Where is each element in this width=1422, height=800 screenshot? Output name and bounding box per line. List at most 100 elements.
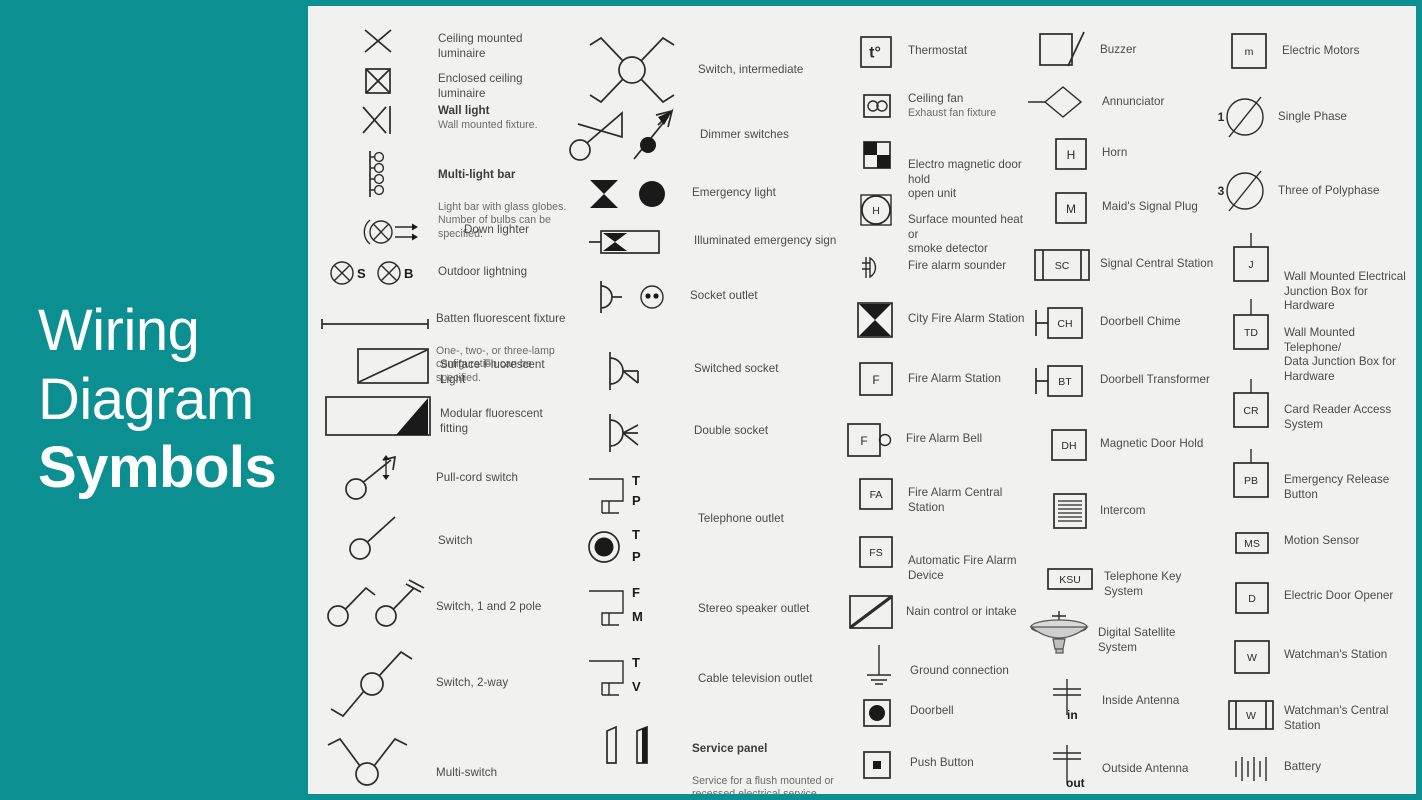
symbol-row: Switch, 2-way [320,646,508,724]
wall-light-icon [352,102,404,138]
automatic-fire-alarm-device-icon: FS [854,532,898,572]
svg-text:SC: SC [1055,260,1070,272]
symbol-label: Double socket [694,424,769,437]
symbol-row: Ceiling fan Exhaust fan fixture [856,90,996,122]
title-line-2: Diagram [38,366,254,432]
symbol-label: Switch [438,534,473,547]
symbol-row: Down lighter [352,214,529,250]
switch-1-and-2-pole-icon [322,578,430,630]
symbol-label: Emergency light [692,186,776,199]
symbol-label: Intercom [1100,504,1146,517]
symbol-label: Fire Alarm Bell [906,432,983,445]
title-line-3: Symbols [38,435,277,501]
svg-text:S: S [357,266,366,281]
city-fire-alarm-station-icon [852,298,898,342]
symbol-label: Enclosed ceiling luminaire [438,72,523,100]
symbol-row: T P T P Telephone outlet [582,468,784,572]
svg-text:PB: PB [1244,475,1258,487]
switch-2-way-icon [320,646,430,724]
symbol-label: Single Phase [1278,110,1347,123]
symbol-row: Push Button [856,748,974,782]
svg-text:F: F [860,434,867,448]
symbol-label: Dimmer switches [700,128,789,141]
symbol-row: CR Card Reader Access System [1228,376,1414,432]
symbol-row: FA Fire Alarm Central Station [854,474,1026,515]
symbol-row: Intercom [1048,490,1146,532]
symbol-row: Service panel Service for a flush mounte… [590,724,838,796]
svg-text:KSU: KSU [1059,574,1081,586]
symbol-column-1: Ceiling mounted luminaire Enclosed ceili… [312,6,568,794]
symbol-column-4: Buzzer Annunciator H Horn M Maid's Signa… [1024,6,1214,794]
symbol-row: Switch, 1 and 2 pole [322,578,541,630]
symbol-label: Fire Alarm Station [908,372,1002,385]
maids-signal-plug-icon: M [1050,188,1092,228]
symbol-label: Doorbell [910,704,954,717]
illuminated-emergency-sign-icon [578,224,682,260]
symbol-sublabel: Exhaust fan fixture [908,106,997,119]
symbol-column-5: m Electric Motors 1 Single Phase 3 Three… [1214,6,1414,794]
symbol-label: Watchman's Central Station [1284,704,1389,732]
symbol-row: F Fire Alarm Station [854,358,1001,400]
symbol-row: Ground connection [860,642,1009,690]
symbol-label: Cable television outlet [698,672,813,685]
symbol-label: Electric Door Opener [1284,589,1394,602]
three-of-polyphase-icon: 3 [1214,164,1272,218]
svg-text:CH: CH [1057,318,1072,330]
svg-text:H: H [872,205,880,217]
symbol-label: Buzzer [1100,43,1137,56]
single-phase-icon: 1 [1214,90,1272,144]
switched-socket-icon [596,348,682,394]
symbol-sheet: Ceiling mounted luminaire Enclosed ceili… [308,4,1418,796]
intercom-icon [1048,490,1092,532]
svg-text:out: out [1066,776,1085,790]
card-reader-access-system-icon: CR [1228,376,1274,430]
svg-text:H: H [1067,148,1076,162]
dimmer-switches-icon [562,106,690,164]
symbol-row: BT Doorbell Transformer [1032,362,1210,400]
thermostat-icon: t° [854,32,898,72]
heat-smoke-detector-icon: H [854,190,898,230]
page-title: Wiring Diagram Symbols [0,297,277,502]
symbol-row: Emergency light [578,174,776,214]
pull-cord-switch-icon [332,454,426,502]
svg-text:J: J [1248,259,1253,271]
symbol-row: in Inside Antenna [1042,676,1179,722]
digital-satellite-system-icon [1026,608,1092,656]
symbol-label: Ground connection [910,664,1009,677]
symbol-label: Battery [1284,760,1322,773]
svg-text:FA: FA [870,489,883,501]
symbol-label: Fire alarm sounder [908,259,1007,272]
symbol-label: Socket outlet [690,289,758,302]
symbol-label: Surface mounted heat or smoke detector [908,213,1024,256]
svg-text:in: in [1067,708,1078,722]
symbol-row: t° Thermostat [854,32,967,72]
symbol-label: Service panel [692,742,768,755]
symbol-label: City Fire Alarm Station [908,312,1025,325]
symbol-label: Motion Sensor [1284,534,1360,547]
symbol-row: DH Magnetic Door Hold [1046,426,1203,464]
switch-icon [334,514,426,562]
buzzer-icon [1034,28,1090,70]
symbol-label: Ceiling mounted luminaire [438,32,523,60]
symbol-label: Multi-light bar [438,168,516,181]
symbol-row: 1 Single Phase [1214,90,1347,144]
symbol-row: T V Cable television outlet [582,652,813,700]
symbol-sublabel: Service for a flush mounted or recessed … [692,774,834,796]
doorbell-transformer-icon: BT [1032,362,1092,400]
svg-text:F: F [872,373,879,387]
inside-antenna-icon: in [1042,676,1094,722]
symbol-row: Multi-switch [320,718,497,788]
symbol-label: Digital Satellite System [1098,626,1176,654]
doorbell-chime-icon: CH [1032,304,1092,342]
symbol-label: Switched socket [694,362,779,375]
symbol-row: F Fire Alarm Bell [846,420,982,460]
annunciator-icon [1024,82,1090,122]
title-line-1: Wiring [38,298,200,364]
symbol-row: Dimmer switches [562,106,789,164]
svg-text:B: B [404,266,413,281]
symbol-column-3: t° Thermostat Ceiling fan Exhaust fan fi… [838,6,1026,794]
svg-text:1: 1 [1218,110,1225,124]
symbol-label: Push Button [910,756,974,769]
symbol-sublabel: Wall mounted fixture. [438,118,538,131]
symbol-label: Automatic Fire Alarm Device [908,554,1017,582]
